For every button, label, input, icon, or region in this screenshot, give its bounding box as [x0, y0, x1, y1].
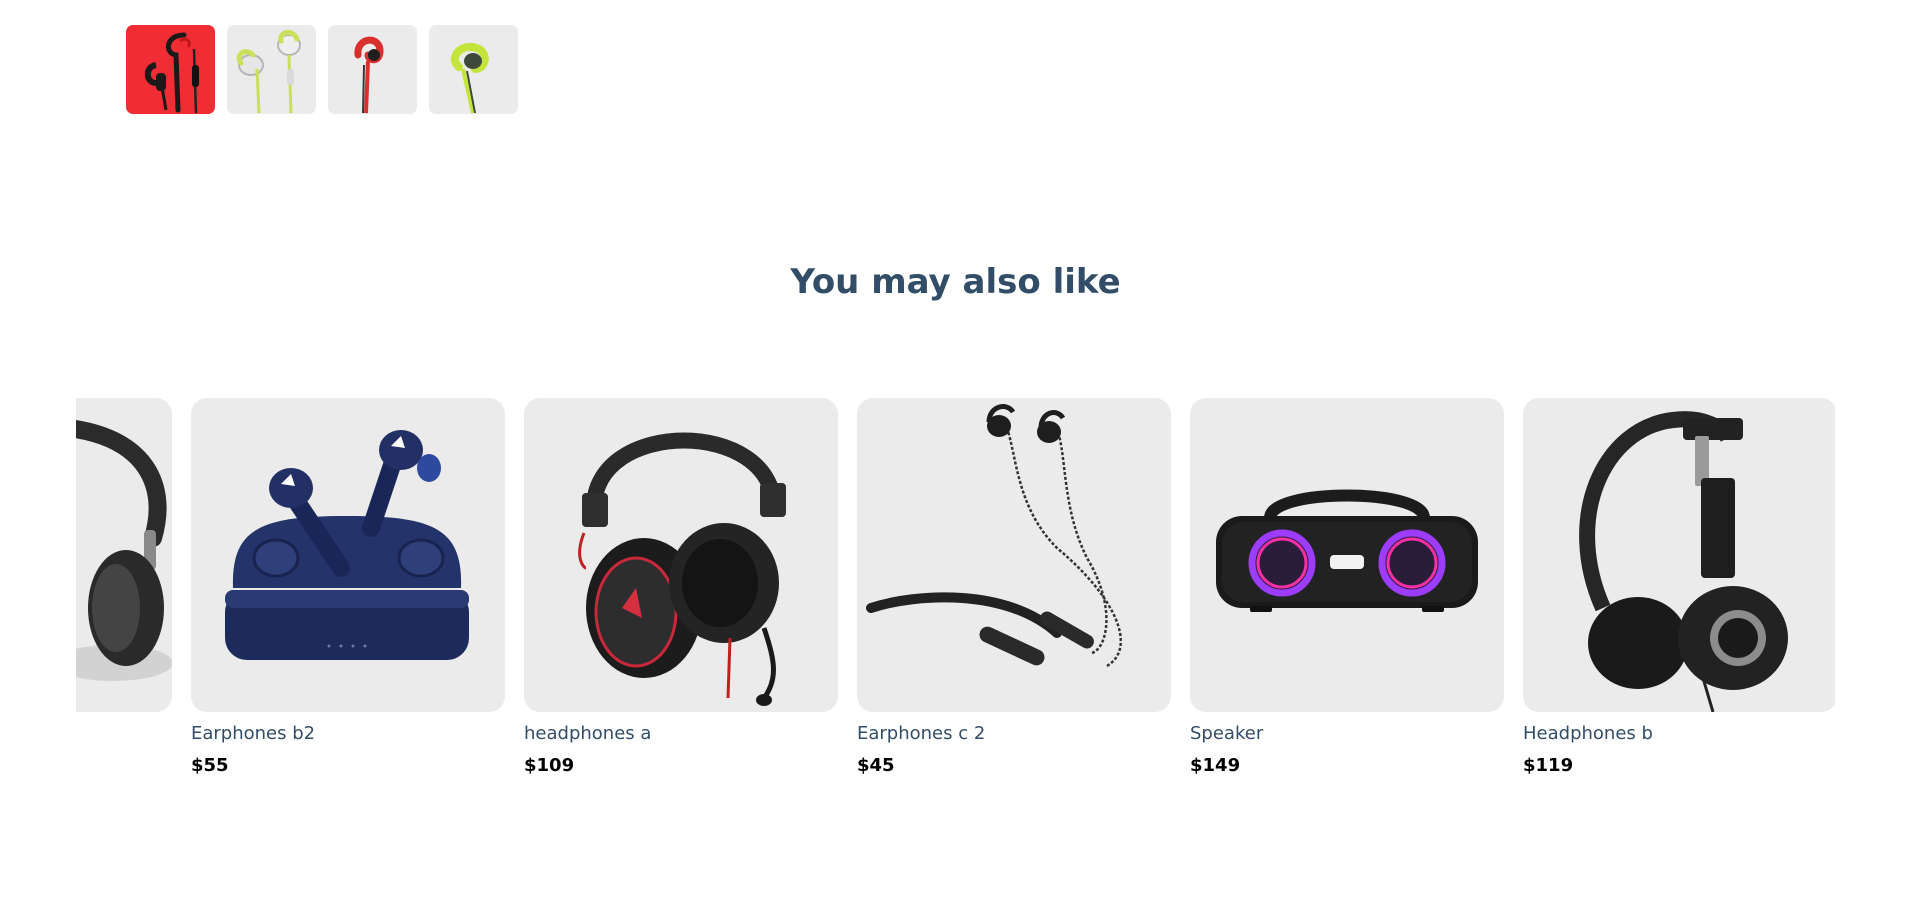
product-name: headphones a [524, 723, 652, 744]
product-card-headphones-a[interactable]: headphones a $109 [524, 398, 838, 778]
thumbnail-4[interactable] [429, 25, 518, 114]
product-name: Earphones c 2 [857, 723, 986, 744]
product-image [857, 398, 1171, 712]
product-price: $45 [857, 755, 895, 776]
boombox-speaker-icon [1216, 489, 1478, 612]
earphones-white-green-icon [236, 30, 301, 114]
product-card-speaker[interactable]: Speaker $149 [1190, 398, 1504, 778]
product-price: $119 [1523, 755, 1574, 776]
product-card-earphones-b2[interactable]: Earphones b2 $55 [191, 398, 505, 778]
neckband-earphones-icon [866, 404, 1123, 668]
product-name: Headphones b [1523, 723, 1653, 744]
thumbnail-2[interactable] [227, 25, 316, 114]
product-image [1190, 398, 1504, 712]
product-price: $55 [191, 755, 229, 776]
section-heading: You may also like [790, 262, 1121, 302]
product-card[interactable] [76, 398, 172, 778]
product-image [191, 398, 505, 712]
earphone-red-icon [354, 36, 384, 114]
product-price: $149 [1190, 755, 1241, 776]
on-ear-headphones-icon [1579, 411, 1788, 712]
wireless-earbuds-case-icon [225, 430, 469, 660]
product-page: You may also like Earphones b2 $55 headp… [0, 0, 1911, 907]
product-card-headphones-b[interactable]: Headphones b $119 [1523, 398, 1835, 778]
headphones-partial-icon [76, 420, 172, 681]
product-carousel[interactable]: Earphones b2 $55 headphones a $109 Earph… [76, 398, 1835, 798]
thumbnail-gallery [126, 25, 518, 114]
carousel-track: Earphones b2 $55 headphones a $109 Earph… [76, 398, 1835, 778]
thumbnail-3[interactable] [328, 25, 417, 114]
product-price: $109 [524, 755, 575, 776]
product-name: Earphones b2 [191, 723, 316, 744]
earphones-black-red-icon [144, 32, 199, 114]
gaming-headset-icon [578, 432, 786, 706]
thumbnail-1[interactable] [126, 25, 215, 114]
product-card-earphones-c2[interactable]: Earphones c 2 $45 [857, 398, 1171, 778]
product-image [524, 398, 838, 712]
earphone-lime-icon [450, 43, 489, 114]
product-image [76, 398, 172, 712]
product-name: Speaker [1190, 723, 1264, 744]
product-image [1523, 398, 1835, 712]
